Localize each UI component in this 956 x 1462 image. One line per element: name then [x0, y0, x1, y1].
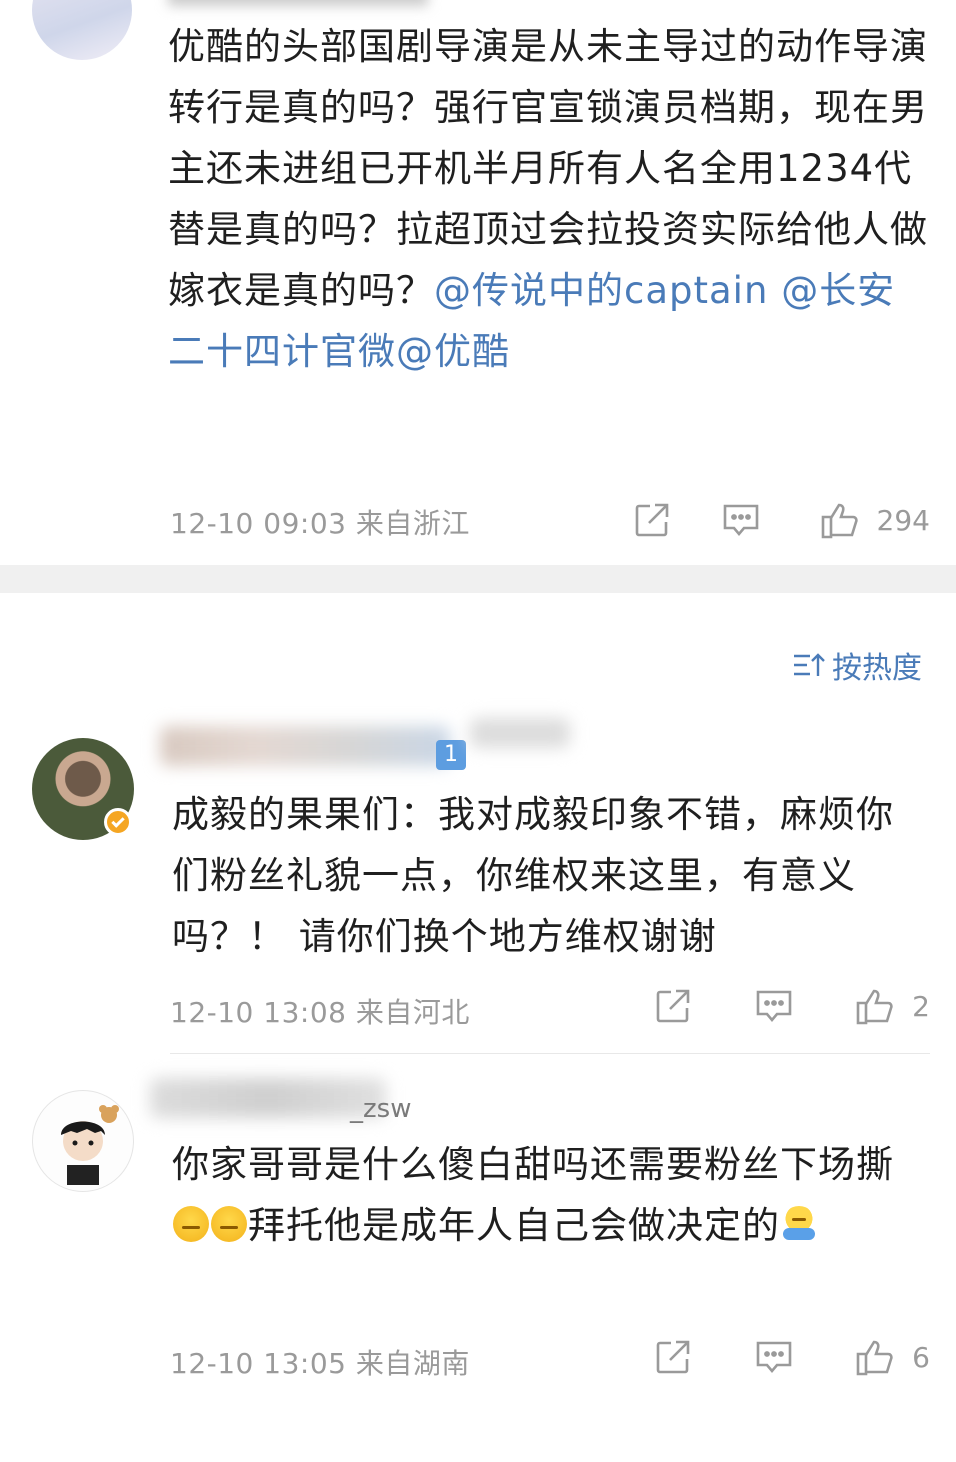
section-divider	[0, 565, 956, 593]
comment-meta: 12-10 13:05 来自湖南	[170, 1342, 470, 1382]
comment-location: 来自河北	[355, 996, 470, 1029]
shrug-emoji-icon	[781, 1206, 817, 1242]
share-button[interactable]	[633, 501, 671, 539]
post-body: 优酷的头部国剧导演是从未主导过的动作导演转行是真的吗？强行官宣锁演员档期，现在男…	[168, 16, 928, 382]
comment-meta: 12-10 13:08 来自河北	[170, 991, 470, 1031]
comment-actions: 6	[654, 1337, 930, 1377]
post-location: 来自浙江	[355, 507, 470, 540]
share-button[interactable]	[654, 1338, 692, 1376]
share-button[interactable]	[654, 987, 692, 1025]
comment-icon	[756, 990, 792, 1023]
mention-captain[interactable]: @传说中的captain	[434, 269, 768, 312]
post-author-avatar[interactable]	[32, 0, 132, 60]
comment-item: 1 成毅的果果们：我对成毅印象不错，麻烦你们粉丝礼貌一点，你维权来这里，有意义吗…	[0, 700, 956, 1030]
sweat-smile-emoji-icon	[211, 1206, 247, 1242]
share-icon	[656, 1340, 690, 1374]
sort-icon	[794, 653, 825, 676]
sort-toggle[interactable]: 按热度	[792, 643, 922, 687]
comment-text: 成毅的果果们：我对成毅印象不错，麻烦你们粉丝礼貌一点，你维权来这里，有意义吗？！…	[172, 793, 894, 958]
verified-icon	[104, 808, 132, 836]
sweat-smile-emoji-icon	[173, 1206, 209, 1242]
comment-text-part-a: 你家哥哥是什么傻白甜吗还需要粉丝下场撕	[172, 1143, 894, 1186]
comment-item: _zsw 你家哥哥是什么傻白甜吗还需要粉丝下场撕拜托他是成年人自己会做决定的 1…	[0, 1060, 956, 1400]
like-button[interactable]: 6	[854, 1337, 930, 1377]
comment-like-count: 6	[912, 1340, 930, 1374]
post-author-name-blurred[interactable]	[168, 0, 428, 6]
comment-actions: 2	[654, 986, 930, 1026]
main-post: 优酷的头部国剧导演是从未主导过的动作导演转行是真的吗？强行官宣锁演员档期，现在男…	[0, 0, 956, 565]
post-time: 12-10 09:03	[170, 507, 347, 540]
user-level-badge: 1	[436, 740, 466, 770]
like-button[interactable]: 294	[819, 500, 930, 540]
comment-like-count: 2	[912, 989, 930, 1023]
cartoon-avatar-icon	[61, 1105, 119, 1185]
like-icon	[821, 503, 858, 539]
comment-button[interactable]	[721, 501, 761, 539]
sort-label: 按热度	[832, 651, 922, 686]
comment-location: 来自湖南	[355, 1347, 470, 1380]
reply-button[interactable]	[754, 987, 794, 1025]
like-icon	[856, 989, 893, 1025]
comment-time: 12-10 13:08	[170, 996, 347, 1029]
comment-avatar[interactable]	[32, 1090, 134, 1192]
post-like-count: 294	[876, 503, 930, 537]
comment-separator	[170, 1053, 930, 1054]
like-icon	[856, 1340, 893, 1376]
commenter-name-blurred-tail	[470, 718, 570, 748]
share-icon	[635, 503, 668, 537]
comment-text-part-b: 拜托他是成年人自己会做决定的	[248, 1204, 780, 1247]
like-button[interactable]: 2	[854, 986, 930, 1026]
reply-button[interactable]	[754, 1338, 794, 1376]
commenter-name-tail[interactable]: _zsw	[350, 1094, 411, 1124]
comment-icon	[756, 1341, 792, 1374]
post-meta: 12-10 09:03 来自浙江	[170, 502, 470, 542]
comment-text: 你家哥哥是什么傻白甜吗还需要粉丝下场撕拜托他是成年人自己会做决定的	[172, 1134, 912, 1256]
post-actions: 294	[633, 500, 930, 540]
comment-icon	[723, 504, 758, 537]
mention-youku[interactable]: @优酷	[396, 330, 510, 373]
comment-time: 12-10 13:05	[170, 1347, 347, 1380]
commenter-name-blurred[interactable]	[160, 726, 450, 766]
share-icon	[656, 989, 690, 1023]
